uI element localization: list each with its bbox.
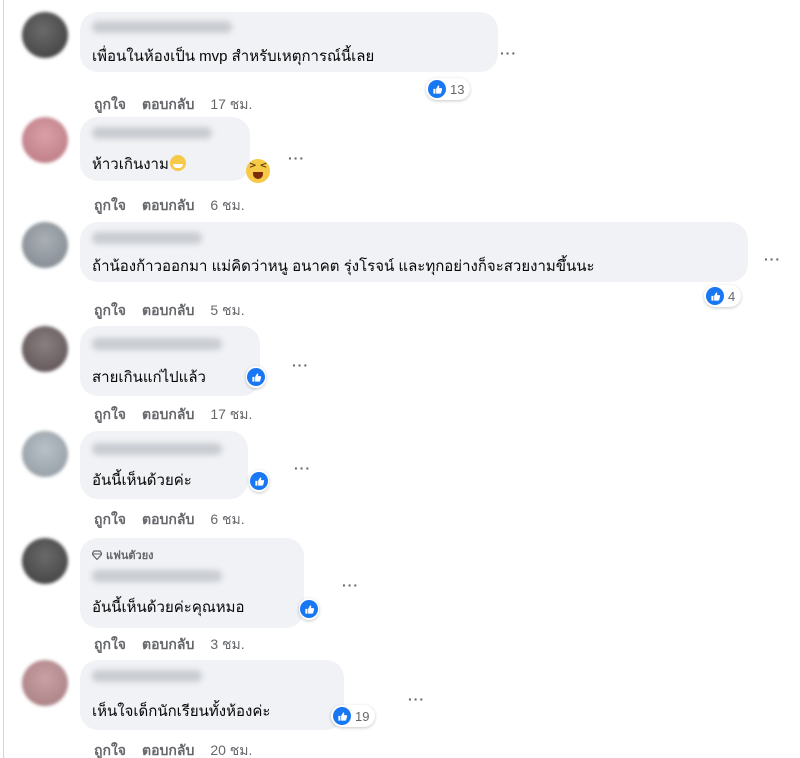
comment-item: แฟนตัวยง อันนี้เห็นด้วยค่ะคุณหมอ ··· ถูก… [22,538,792,653]
author-name[interactable] [92,127,212,139]
timestamp[interactable]: 20 ชม. [210,740,252,758]
like-button[interactable]: ถูกใจ [94,94,126,116]
comment-text: เพื่อนในห้องเป็น mvp สำหรับเหตุการณ์นี้เ… [92,48,375,65]
reply-button[interactable]: ตอบกลับ [142,195,194,217]
timestamp[interactable]: 3 ชม. [210,634,244,656]
like-button[interactable]: ถูกใจ [94,634,126,656]
timestamp[interactable]: 17 ชม. [210,94,252,116]
like-reaction-icon [300,600,318,618]
reaction-count: 4 [728,288,736,304]
comment-text: ถ้าน้องก้าวออกมา แม่คิดว่าหนู อนาคต รุ่ง… [92,258,595,275]
reply-button[interactable]: ตอบกลับ [142,509,194,531]
like-reaction-icon [333,707,351,725]
grin-emoji-icon [169,155,186,171]
comment-actions: ถูกใจ ตอบกลับ 17 ชม. [94,404,252,426]
reply-button[interactable]: ตอบกลับ [142,94,194,116]
like-button[interactable]: ถูกใจ [94,300,126,322]
comment-actions: ถูกใจ ตอบกลับ 17 ชม. [94,94,252,116]
like-reaction-icon [250,472,268,490]
comment-text: อันนี้เห็นด้วยค่ะคุณหมอ [92,599,245,616]
comment-item: อันนี้เห็นด้วยค่ะ ··· ถูกใจ ตอบกลับ 6 ชม… [22,431,792,531]
comment-bubble: สายเกินแก่ไปแล้ว [80,326,260,396]
author-name[interactable] [92,670,202,682]
badge-label: แฟนตัวยง [106,550,154,562]
reaction-badge[interactable]: 4 [704,285,742,307]
comment-text: สายเกินแก่ไปแล้ว [92,369,206,386]
more-options-icon[interactable]: ··· [342,578,359,592]
comment-item: สายเกินแก่ไปแล้ว ··· ถูกใจ ตอบกลับ 17 ชม… [22,326,792,426]
timestamp[interactable]: 6 ชม. [210,509,244,531]
avatar[interactable] [22,222,68,268]
reaction-count: 19 [355,708,370,724]
reaction-badge[interactable] [299,598,319,620]
avatar[interactable] [22,538,68,584]
author-name[interactable] [92,338,222,350]
comment-bubble: อันนี้เห็นด้วยค่ะ [80,431,248,499]
timestamp[interactable]: 17 ชม. [210,404,252,426]
comment-text: ห้าวเกินงาม [92,155,186,175]
avatar[interactable] [22,660,68,706]
like-button[interactable]: ถูกใจ [94,195,126,217]
comment-text: เห็นใจเด็กนักเรียนทั้งห้องค่ะ [92,703,271,720]
reaction-badge[interactable]: 13 [426,78,471,100]
avatar[interactable] [22,117,68,163]
timestamp[interactable]: 6 ชม. [210,195,244,217]
like-reaction-icon [247,368,265,386]
more-options-icon[interactable]: ··· [408,692,425,706]
reaction-badge[interactable] [249,470,269,492]
laughing-emoji-icon [246,159,270,183]
more-options-icon[interactable]: ··· [292,358,309,372]
comment-item: ห้าวเกินงาม ··· ถูกใจ ตอบกลับ 6 ชม. [22,117,792,217]
author-name[interactable] [92,570,222,582]
more-options-icon[interactable]: ··· [294,461,311,475]
comment-actions: ถูกใจ ตอบกลับ 6 ชม. [94,195,245,217]
comment-bubble: เพื่อนในห้องเป็น mvp สำหรับเหตุการณ์นี้เ… [80,12,498,72]
reaction-count: 13 [450,81,465,97]
more-options-icon[interactable]: ··· [500,46,517,60]
reply-button[interactable]: ตอบกลับ [142,404,194,426]
author-name[interactable] [92,21,232,33]
comment-bubble: ห้าวเกินงาม [80,117,250,181]
like-button[interactable]: ถูกใจ [94,509,126,531]
diamond-icon [92,550,102,560]
comment-text: อันนี้เห็นด้วยค่ะ [92,472,192,489]
comment-bubble: ถ้าน้องก้าวออกมา แม่คิดว่าหนู อนาคต รุ่ง… [80,222,748,282]
comment-bubble: แฟนตัวยง อันนี้เห็นด้วยค่ะคุณหมอ [80,538,304,628]
more-options-icon[interactable]: ··· [764,252,781,266]
comment-actions: ถูกใจ ตอบกลับ 3 ชม. [94,634,245,656]
top-fan-badge[interactable]: แฟนตัวยง [92,546,154,564]
comment-item: ถ้าน้องก้าวออกมา แม่คิดว่าหนู อนาคต รุ่ง… [22,222,792,322]
like-button[interactable]: ถูกใจ [94,740,126,758]
author-name[interactable] [92,443,222,455]
thread-line [3,0,4,758]
comment-item: เพื่อนในห้องเป็น mvp สำหรับเหตุการณ์นี้เ… [22,12,792,112]
like-button[interactable]: ถูกใจ [94,404,126,426]
reply-button[interactable]: ตอบกลับ [142,300,194,322]
author-name[interactable] [92,232,202,244]
comment-bubble: เห็นใจเด็กนักเรียนทั้งห้องค่ะ [80,660,344,730]
comment-actions: ถูกใจ ตอบกลับ 5 ชม. [94,300,245,322]
comment-text-content: ห้าวเกินงาม [92,156,169,173]
more-options-icon[interactable]: ··· [288,151,305,165]
avatar[interactable] [22,326,68,372]
avatar[interactable] [22,12,68,58]
reply-button[interactable]: ตอบกลับ [142,634,194,656]
reaction-badge[interactable] [246,366,266,388]
avatar[interactable] [22,431,68,477]
comment-actions: ถูกใจ ตอบกลับ 20 ชม. [94,740,252,758]
reply-button[interactable]: ตอบกลับ [142,740,194,758]
like-reaction-icon [706,287,724,305]
reaction-badge[interactable]: 19 [331,705,376,727]
comment-actions: ถูกใจ ตอบกลับ 6 ชม. [94,509,245,531]
timestamp[interactable]: 5 ชม. [210,300,244,322]
like-reaction-icon [428,80,446,98]
comment-item: เห็นใจเด็กนักเรียนทั้งห้องค่ะ 19 ··· ถูก… [22,660,792,758]
